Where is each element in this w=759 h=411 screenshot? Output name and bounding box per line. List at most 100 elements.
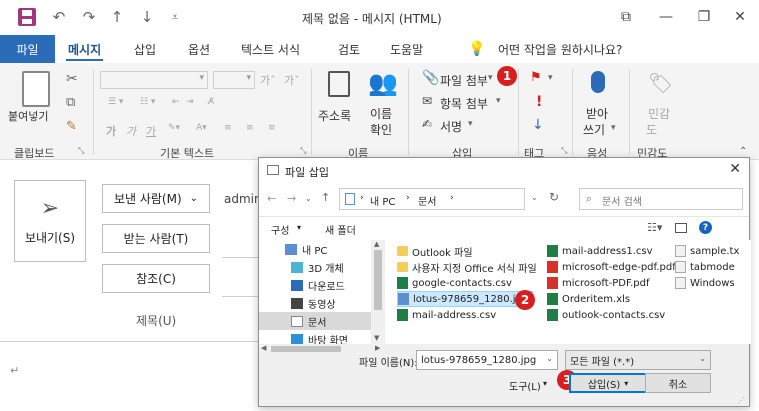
restore-button[interactable]: ❐ <box>690 4 718 30</box>
tab-message[interactable]: 메시지 <box>65 35 104 63</box>
address-dropdown-icon[interactable]: ⌄ <box>531 193 538 202</box>
indent-icon[interactable]: ⇥ <box>186 97 194 107</box>
file-item[interactable]: 사용자 지정 Office 서식 파일 <box>397 259 537 275</box>
italic-button[interactable]: 가 <box>126 123 136 139</box>
low-importance-icon[interactable]: ↓ <box>532 117 544 133</box>
file-item[interactable]: mail-address.csv <box>397 307 496 323</box>
recent-locations-icon[interactable]: ⌄ <box>305 194 312 203</box>
tab-help[interactable]: 도움말 <box>390 35 423 63</box>
microphone-icon[interactable] <box>591 71 605 93</box>
file-item[interactable]: Outlook 파일 <box>397 243 473 259</box>
address-book-icon[interactable] <box>328 71 350 97</box>
filetype-select[interactable]: 모든 파일 (*.*) ⌄ <box>565 350 711 370</box>
attach-item-button[interactable]: 항목 첨부 <box>440 95 488 112</box>
bold-button[interactable]: 가 <box>106 123 116 139</box>
dictate-button-line2[interactable]: 쓰기 <box>583 121 605 138</box>
cancel-button[interactable]: 취소 <box>645 373 711 393</box>
format-painter-icon[interactable]: ✎ <box>66 119 77 134</box>
dictate-dropdown-icon[interactable]: ▾ <box>611 123 616 133</box>
copy-icon[interactable]: ⧉ <box>66 95 75 110</box>
attach-item-dropdown-icon[interactable]: ▾ <box>496 96 501 106</box>
scroll-down-icon[interactable]: ▼ <box>374 334 379 342</box>
scroll-thumb[interactable] <box>271 346 341 352</box>
tags-expand-icon[interactable]: ⤡ <box>561 146 567 156</box>
file-item[interactable]: microsoft-edge-pdf.pdf <box>547 259 676 275</box>
outdent-icon[interactable]: ⇤ <box>172 97 180 107</box>
signature-dropdown-icon[interactable]: ▾ <box>468 119 473 129</box>
up-arrow-icon[interactable]: ↑ <box>106 6 128 28</box>
view-options-icon[interactable]: ☷▾ <box>647 221 662 234</box>
align-left-icon[interactable]: ≡ <box>224 123 232 133</box>
font-color-icon[interactable]: A▾ <box>196 123 207 133</box>
address-book-button[interactable]: 주소록 <box>318 107 351 124</box>
highlight-icon[interactable]: ✎▾ <box>168 123 180 133</box>
file-item[interactable]: microsoft-PDF.pdf <box>547 275 650 291</box>
paste-button[interactable]: 붙여넣기 <box>8 108 48 124</box>
attach-item-icon[interactable]: ✉ <box>422 94 432 108</box>
file-item[interactable]: tabmode <box>675 259 735 275</box>
minimize-button[interactable]: — <box>652 4 680 30</box>
from-button[interactable]: 보낸 사람(M) ⌄ <box>102 184 210 213</box>
scroll-right-icon[interactable]: ▶ <box>375 344 380 352</box>
refresh-icon[interactable]: ↻ <box>549 190 559 204</box>
breadcrumb-item[interactable]: 문서 <box>418 193 436 208</box>
to-button[interactable]: 받는 사람(T) <box>102 224 210 253</box>
ribbon-display-icon[interactable]: ⧉ <box>612 4 640 30</box>
shrink-font-button[interactable]: 가ˇ <box>284 72 300 88</box>
scroll-left-icon[interactable]: ◀ <box>261 344 266 352</box>
clear-format-icon[interactable]: A̸ <box>208 97 214 107</box>
flag-icon[interactable]: ⚑ <box>530 70 542 85</box>
file-item[interactable]: google-contacts.csv <box>397 275 512 291</box>
search-input[interactable]: ⌕ 문서 검색 <box>579 188 743 210</box>
nav-item-videos[interactable]: 동영상 <box>259 294 371 312</box>
filename-input[interactable]: lotus-978659_1280.jpg ⌄ <box>416 350 558 370</box>
font-size-dropdown[interactable] <box>213 71 255 89</box>
up-folder-icon[interactable]: ↑ <box>321 191 330 204</box>
font-family-dropdown[interactable] <box>100 71 208 89</box>
bullets-icon[interactable]: ☰ ▾ <box>108 97 123 107</box>
file-item-selected[interactable]: lotus-978659_1280.jpg <box>397 291 534 307</box>
insert-button[interactable]: 삽입(S) ▾ <box>569 373 647 393</box>
back-icon[interactable]: ← <box>267 192 276 205</box>
breadcrumb-item[interactable]: 내 PC <box>370 193 395 208</box>
attach-file-dropdown-icon[interactable]: ▾ <box>488 73 493 83</box>
forward-icon[interactable]: → <box>287 192 296 205</box>
file-item[interactable]: outlook-contacts.csv <box>547 307 665 323</box>
close-button[interactable]: ✕ <box>726 4 754 30</box>
tab-review[interactable]: 검토 <box>338 35 360 63</box>
file-item[interactable]: Orderitem.xls <box>547 291 630 307</box>
dialog-close-icon[interactable]: ✕ <box>729 161 741 177</box>
align-right-icon[interactable]: ≡ <box>268 123 276 133</box>
breadcrumb[interactable]: › 내 PC › 문서 › <box>339 188 525 210</box>
tell-me-search[interactable]: 어떤 작업을 원하시나요? <box>498 35 622 63</box>
attach-file-button[interactable]: 파일 첨부 <box>440 72 488 89</box>
save-icon[interactable] <box>18 8 36 26</box>
nav-horizontal-scrollbar[interactable]: ◀ ▶ <box>259 344 385 354</box>
customize-toolbar-icon[interactable]: ⩡ <box>164 6 186 28</box>
organize-button[interactable]: 구성 <box>271 222 289 237</box>
clipboard-expand-icon[interactable]: ⤡ <box>78 146 84 156</box>
align-center-icon[interactable]: ≡ <box>246 123 254 133</box>
tab-insert[interactable]: 삽입 <box>134 35 156 63</box>
file-item[interactable]: sample.tx <box>675 243 739 259</box>
paperclip-icon[interactable]: 📎 <box>422 70 439 86</box>
high-importance-icon[interactable]: ! <box>536 94 542 110</box>
filetype-dropdown-icon[interactable]: ⌄ <box>699 354 706 363</box>
underline-button[interactable]: 가 <box>146 123 156 139</box>
tab-format-text[interactable]: 텍스트 서식 <box>241 35 300 63</box>
signature-icon[interactable]: ✍ <box>422 117 432 131</box>
nav-item-this-pc[interactable]: 내 PC <box>259 240 371 258</box>
nav-scrollbar[interactable]: ▲ ▼ <box>371 240 385 344</box>
collapse-ribbon-icon[interactable]: ⌃ <box>739 146 747 157</box>
numbering-icon[interactable]: ☷ ▾ <box>140 97 155 107</box>
help-icon[interactable]: ? <box>699 221 712 234</box>
new-folder-button[interactable]: 새 폴더 <box>325 222 356 237</box>
paste-icon[interactable] <box>22 71 50 107</box>
insert-dropdown-icon[interactable]: ▾ <box>624 379 628 388</box>
check-names-button-line2[interactable]: 확인 <box>370 121 392 138</box>
scroll-up-icon[interactable]: ▲ <box>374 240 379 248</box>
send-button[interactable]: ➢ 보내기(S) <box>14 180 86 262</box>
tab-options[interactable]: 옵션 <box>188 35 210 63</box>
undo-icon[interactable]: ↶ <box>48 6 70 28</box>
tools-button[interactable]: 도구(L) <box>509 378 541 393</box>
